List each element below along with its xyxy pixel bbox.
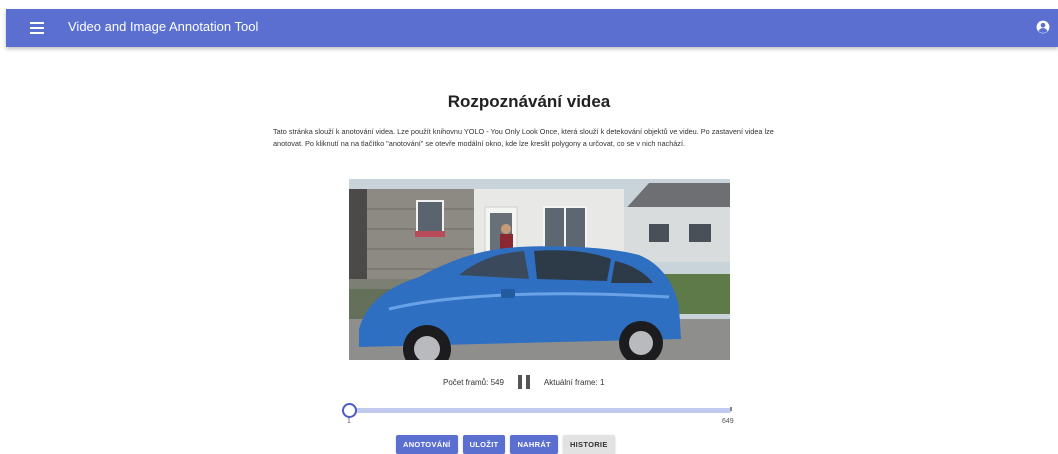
current-frame-label: Aktuální frame: 1 xyxy=(543,377,605,387)
upload-button[interactable]: NAHRÁT xyxy=(510,435,558,454)
page-description: Tato stránka slouží k anotování videa. L… xyxy=(273,127,774,148)
annotate-button[interactable]: ANOTOVÁNÍ xyxy=(396,435,458,454)
app-bar: Video and Image Annotation Tool xyxy=(6,9,1058,47)
account-circle-icon[interactable] xyxy=(1036,20,1050,34)
frame-slider-thumb[interactable] xyxy=(342,403,357,418)
slider-end-tick xyxy=(730,407,732,411)
frame-count-label: Počet framů: 549 xyxy=(443,377,504,387)
video-image xyxy=(349,179,730,360)
history-button[interactable]: HISTORIE xyxy=(562,435,615,454)
save-button[interactable]: ULOŽIT xyxy=(462,435,506,454)
slider-max-label: 649 xyxy=(722,418,734,425)
menu-icon[interactable] xyxy=(30,22,44,34)
page-title: Rozpoznávání videa xyxy=(447,92,611,111)
video-frame[interactable] xyxy=(349,179,730,360)
app-title: Video and Image Annotation Tool xyxy=(68,19,259,34)
frame-slider-track[interactable] xyxy=(349,408,731,413)
pause-icon[interactable] xyxy=(517,375,530,389)
action-buttons: ANOTOVÁNÍ ULOŽIT NAHRÁT HISTORIE xyxy=(396,435,615,454)
frame-info: Počet framů: 549 Aktuální frame: 1 xyxy=(443,375,604,389)
slider-min-label: 1 xyxy=(347,418,351,425)
